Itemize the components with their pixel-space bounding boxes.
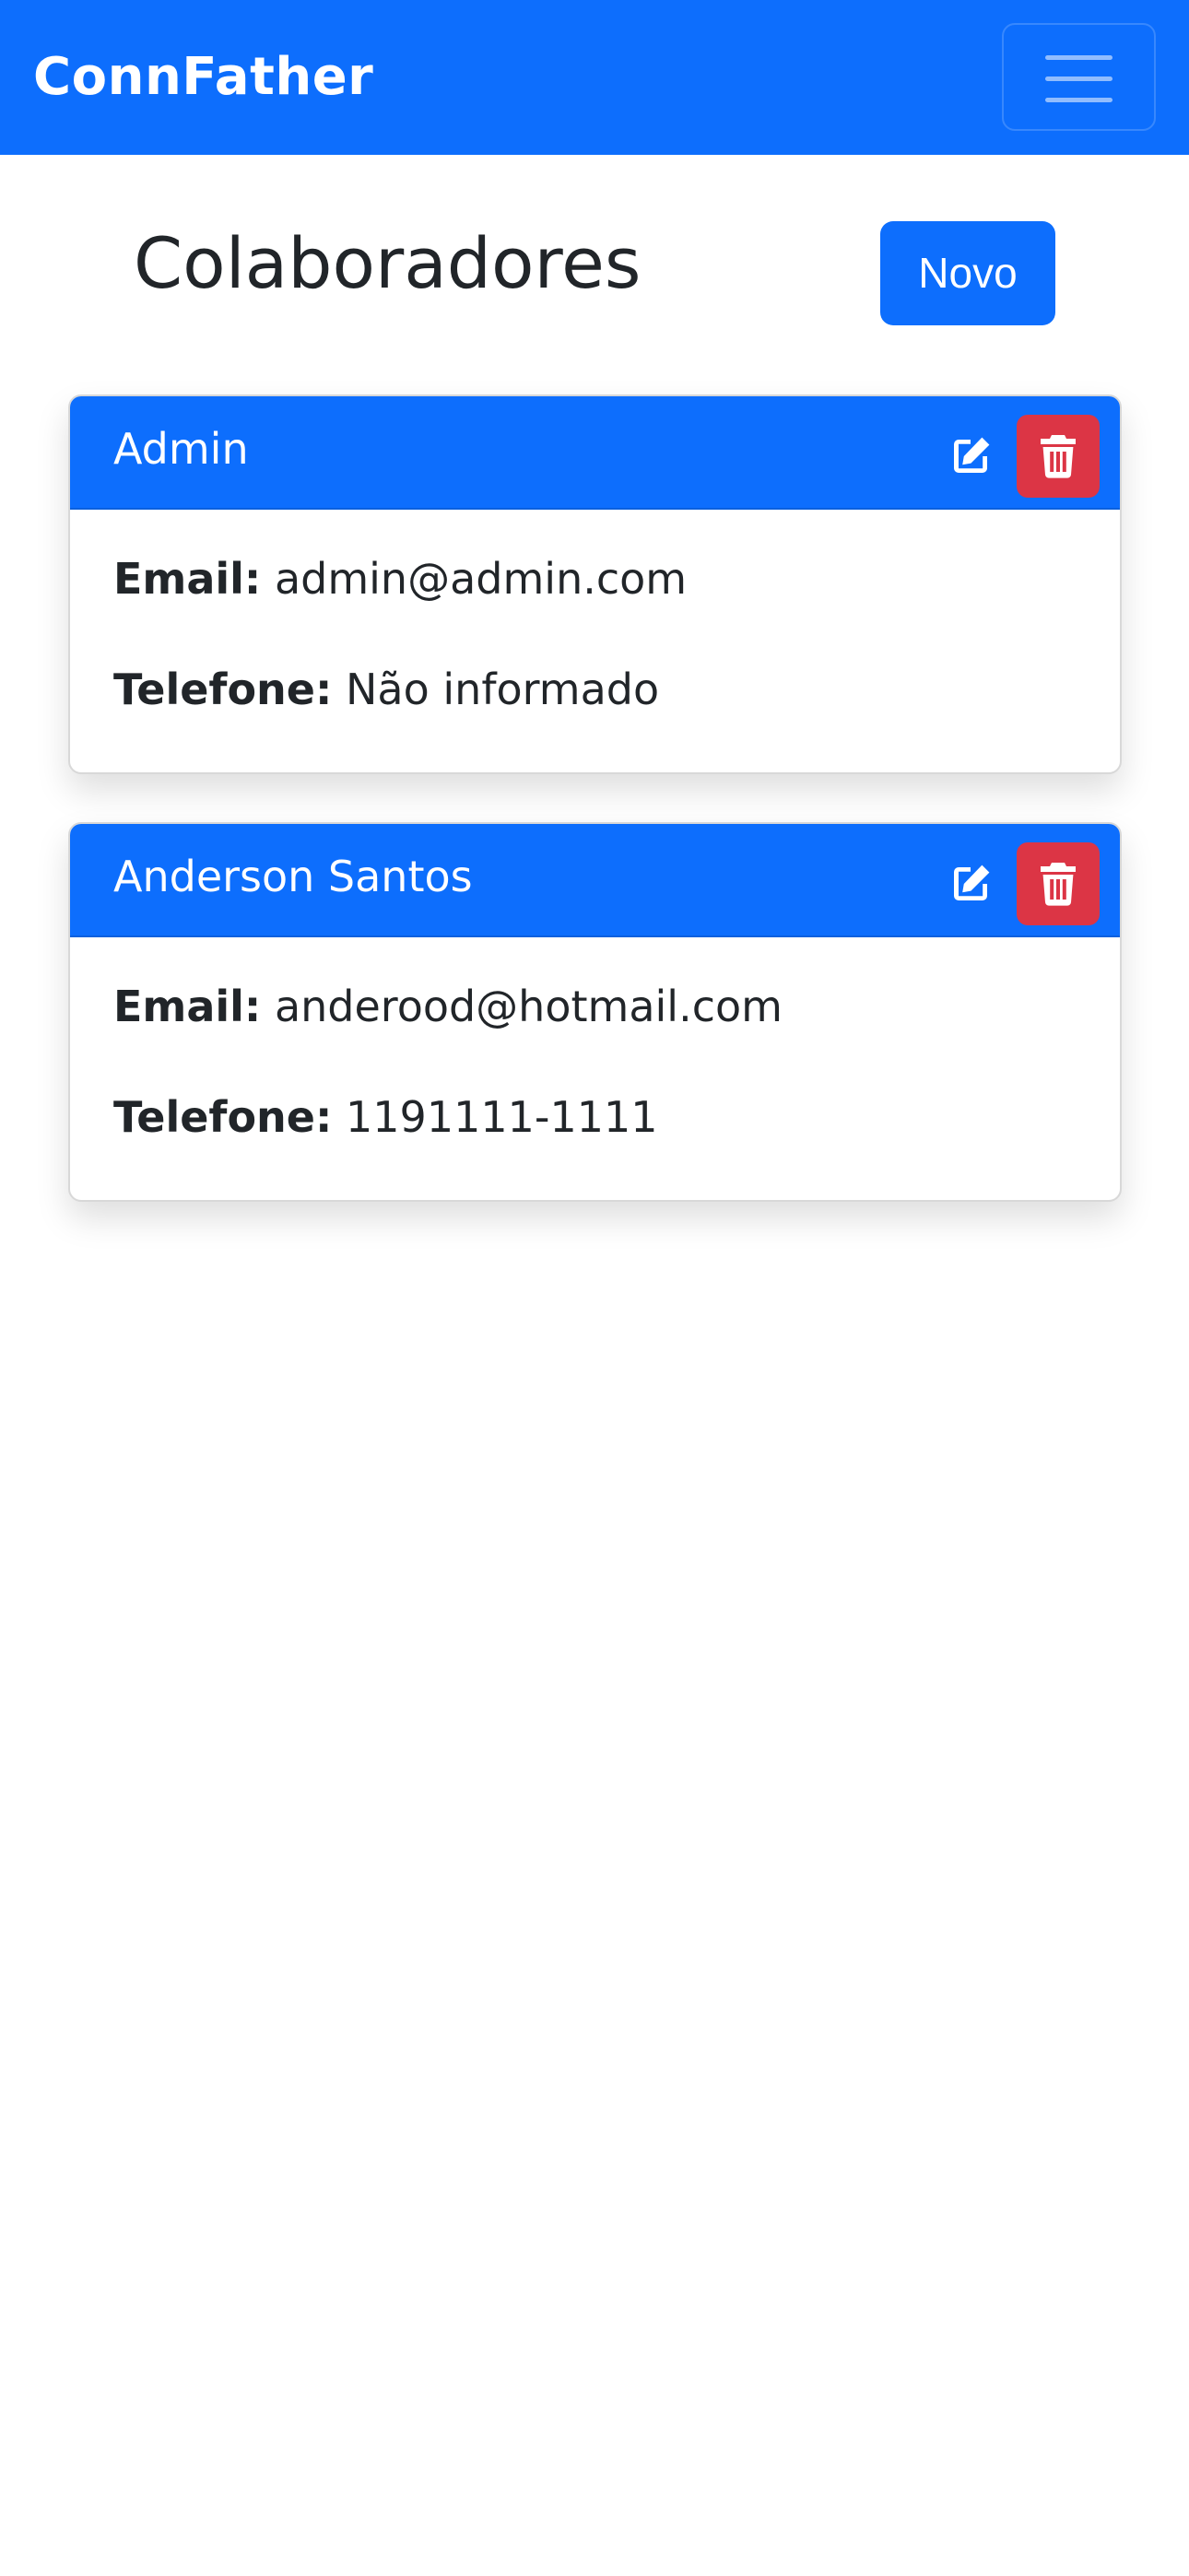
email-value: admin@admin.com: [274, 554, 688, 604]
collaborator-card: Admin Email: admin@admin.com Telefone: N…: [68, 394, 1122, 774]
delete-button[interactable]: [1017, 842, 1100, 925]
email-row: Email: anderood@hotmail.com: [113, 981, 783, 1032]
email-label: Email:: [113, 554, 262, 604]
email-row: Email: admin@admin.com: [113, 553, 687, 605]
card-header: Admin: [70, 396, 1120, 510]
phone-row: Telefone: Não informado: [113, 664, 659, 715]
phone-value: 1191111-1111: [346, 1092, 658, 1142]
navbar-toggler-button[interactable]: [1002, 23, 1156, 131]
email-value: anderood@hotmail.com: [274, 982, 783, 1031]
brand-link[interactable]: ConnFather: [33, 46, 373, 109]
page-title: Colaboradores: [134, 222, 642, 304]
edit-icon: [954, 865, 990, 900]
collaborator-name: Admin: [113, 424, 249, 474]
collaborator-name: Anderson Santos: [113, 852, 473, 901]
edit-icon: [954, 437, 990, 473]
new-collaborator-button[interactable]: Novo: [880, 221, 1055, 325]
email-label: Email:: [113, 982, 262, 1031]
card-header: Anderson Santos: [70, 824, 1120, 937]
phone-label: Telefone:: [113, 665, 333, 714]
phone-value: Não informado: [346, 665, 660, 714]
delete-button[interactable]: [1017, 415, 1100, 498]
navbar: ConnFather: [0, 0, 1189, 155]
phone-row: Telefone: 1191111-1111: [113, 1091, 658, 1143]
edit-button[interactable]: [929, 842, 1012, 925]
trash-icon: [1041, 435, 1076, 478]
phone-label: Telefone:: [113, 1092, 333, 1142]
trash-icon: [1041, 863, 1076, 906]
collaborator-card: Anderson Santos Email: anderood@hotmail.…: [68, 822, 1122, 1202]
edit-button[interactable]: [929, 415, 1012, 498]
